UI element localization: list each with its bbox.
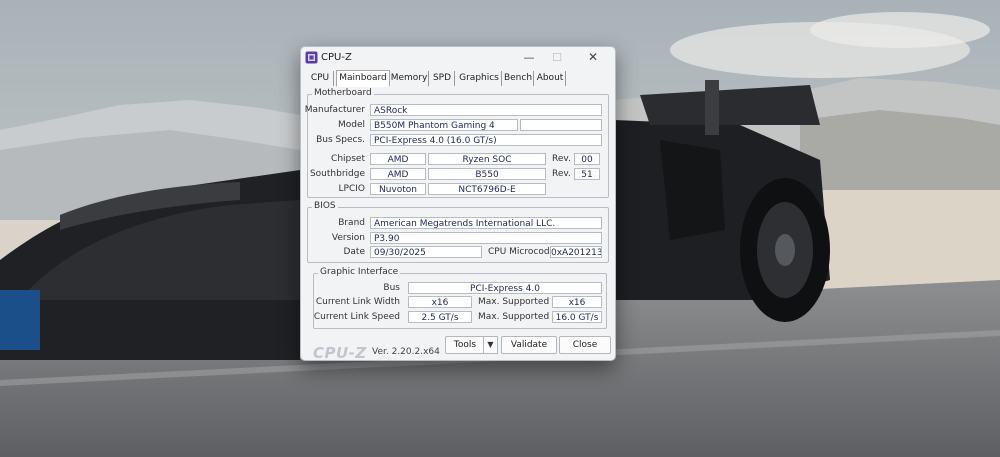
model-value: B550M Phantom Gaming 4 [370, 119, 518, 131]
southbridge-rev-label: Rev. [552, 169, 571, 179]
graphic-interface-group: Graphic Interface Bus PCI-Express 4.0 Cu… [313, 267, 607, 329]
bios-date-value: 09/30/2025 [370, 246, 482, 258]
tab-about[interactable]: About [535, 71, 566, 86]
tab-mainboard[interactable]: Mainboard [336, 70, 390, 87]
bios-version-value: P3.90 [370, 232, 602, 244]
lpcio-label: LPCIO [338, 184, 365, 194]
southbridge-vendor: AMD [370, 168, 426, 180]
model-extra-value [520, 119, 602, 131]
lpcio-vendor: Nuvoton [370, 183, 426, 195]
bios-brand-value: American Megatrends International LLC. [370, 217, 602, 229]
graphic-interface-legend: Graphic Interface [318, 267, 401, 277]
current-link-width-label: Current Link Width [315, 297, 400, 307]
tools-button[interactable]: Tools [445, 336, 485, 354]
bios-date-label: Date [343, 247, 365, 257]
chipset-vendor: AMD [370, 153, 426, 165]
cpuz-window: CPU-Z — ☐ ✕ CPU Mainboard Memory SPD Gra… [300, 46, 616, 362]
max-speed-value: 16.0 GT/s [552, 311, 602, 323]
motherboard-group: Motherboard Manufacturer ASRock Model B5… [304, 88, 609, 198]
close-window-button[interactable]: ✕ [581, 50, 605, 65]
version-text: Ver. 2.20.2.x64 [372, 347, 440, 357]
bios-group: BIOS Brand American Megatrends Internati… [307, 201, 609, 263]
lpcio-model: NCT6796D-E [428, 183, 546, 195]
close-button[interactable]: Close [559, 336, 611, 354]
tools-dropdown-arrow[interactable]: ▼ [483, 336, 498, 354]
southbridge-label: Southbridge [309, 169, 365, 179]
current-link-width-value: x16 [408, 296, 472, 308]
manufacturer-value: ASRock [370, 104, 602, 116]
max-width-label: Max. Supported [478, 297, 550, 307]
max-width-value: x16 [552, 296, 602, 308]
current-link-speed-value: 2.5 GT/s [408, 311, 472, 323]
cpuz-logo: CPU-Z [313, 344, 367, 362]
maximize-button[interactable]: ☐ [545, 50, 569, 65]
tab-cpu[interactable]: CPU [307, 71, 334, 86]
title-bar[interactable]: CPU-Z — ☐ ✕ [301, 47, 615, 69]
chipset-rev: 00 [574, 153, 600, 165]
tab-memory[interactable]: Memory [390, 71, 429, 86]
validate-button[interactable]: Validate [501, 336, 557, 354]
model-label: Model [337, 120, 365, 130]
tab-bench[interactable]: Bench [503, 71, 534, 86]
cpu-microcode-label: CPU Microcode [488, 247, 556, 257]
chipset-rev-label: Rev. [552, 154, 571, 164]
manufacturer-label: Manufacturer [304, 105, 365, 115]
bus-specs-value: PCI-Express 4.0 (16.0 GT/s) [370, 134, 602, 146]
gi-bus-label: Bus [383, 283, 400, 293]
bios-brand-label: Brand [338, 218, 365, 228]
bios-legend: BIOS [312, 201, 338, 211]
gi-bus-value: PCI-Express 4.0 [408, 282, 602, 294]
southbridge-model: B550 [428, 168, 546, 180]
current-link-speed-label: Current Link Speed [313, 312, 400, 322]
cpu-microcode-value: 0xA201213 [550, 246, 602, 258]
motherboard-legend: Motherboard [312, 88, 374, 98]
tab-spd[interactable]: SPD [430, 71, 455, 86]
chipset-label: Chipset [331, 154, 365, 164]
max-speed-label: Max. Supported [478, 312, 550, 322]
minimize-button[interactable]: — [517, 50, 541, 65]
chipset-model: Ryzen SOC [428, 153, 546, 165]
cpuz-app-icon [305, 51, 318, 64]
bios-version-label: Version [331, 233, 365, 243]
window-title: CPU-Z [321, 52, 352, 63]
southbridge-rev: 51 [574, 168, 600, 180]
tab-graphics[interactable]: Graphics [457, 71, 502, 86]
bus-specs-label: Bus Specs. [316, 135, 365, 145]
